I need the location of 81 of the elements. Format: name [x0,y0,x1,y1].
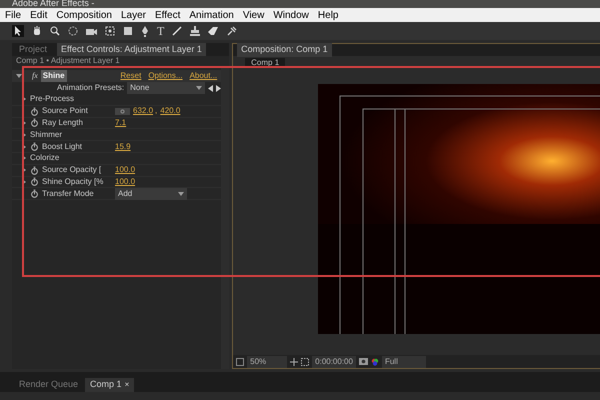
property-value[interactable]: 100.0 [115,164,136,176]
mode-dropdown[interactable]: Add [115,188,187,200]
effect-link[interactable]: Options... [148,70,183,82]
grid-icon[interactable] [290,358,298,366]
property-label: Shine Opacity [% [42,176,104,188]
menu-item[interactable]: Layer [120,8,146,22]
channels-icon[interactable] [370,358,379,366]
stopwatch-icon[interactable] [30,142,39,152]
caret-icon [196,86,202,90]
property-label: Ray Length [42,117,84,129]
property-label: Colorize [30,152,60,164]
menu-item[interactable]: Help [318,8,338,22]
effect-link[interactable]: Reset [120,70,142,82]
twirl-icon[interactable] [16,73,22,79]
menu-item[interactable]: Effect [154,8,180,22]
rectangle-icon[interactable] [123,26,133,36]
hand-icon[interactable] [32,26,42,36]
camera-icon[interactable] [86,26,97,36]
scrollbar[interactable] [221,66,230,369]
twirl-icon[interactable] [21,167,27,174]
menu-item[interactable]: View [242,8,264,22]
timecode-field[interactable]: 0:00:00:00 [312,356,356,368]
resolution-dropdown[interactable]: Full [382,356,426,368]
effect-name: Shine [40,70,67,82]
menu-item[interactable]: Composition [56,8,112,22]
twirl-icon[interactable] [21,144,27,150]
crosshair-button[interactable] [115,108,130,115]
type-tool[interactable]: T [157,25,164,37]
panel-tab[interactable]: Effect Controls: Adjustment Layer 1 [57,42,206,56]
mask-icon[interactable] [301,358,310,366]
property-value[interactable]: 15.9 [115,140,131,153]
effect-link[interactable]: About... [190,70,218,82]
property-value[interactable]: 632.0 [133,105,154,118]
stopwatch-icon[interactable] [30,106,39,116]
twirl-icon[interactable] [21,96,27,102]
zoom-dropdown[interactable]: 50% [247,356,288,368]
menu-item[interactable]: File [5,8,22,22]
close-icon[interactable]: × [124,379,130,391]
previous-icon[interactable] [208,84,214,92]
presets-label: Animation Presets: [57,82,124,94]
stopwatch-icon[interactable] [30,166,39,175]
breadcrumb: Comp 1 • Adjustment Layer 1 [15,56,121,66]
property-label: Pre-Process [30,93,74,106]
viewer-tab[interactable]: Comp 1 [245,58,286,66]
camera-icon[interactable] [358,358,368,365]
menu-item[interactable]: Edit [30,8,48,22]
stamp-icon[interactable] [190,26,200,36]
pan-behind-icon[interactable] [105,26,115,36]
property-label: Transfer Mode [42,188,95,200]
property-label: Source Opacity [ [42,164,102,176]
property-label: Shimmer [30,128,62,141]
stopwatch-icon[interactable] [30,118,39,128]
menu-item[interactable]: Animation [189,8,234,22]
stopwatch-icon[interactable] [30,177,39,186]
zoom-icon[interactable] [50,26,60,36]
pen-icon[interactable] [141,26,149,36]
twirl-icon[interactable] [21,155,27,162]
menu-item[interactable]: Window [273,8,309,22]
region-icon[interactable] [236,358,244,366]
property-value[interactable]: 7.1 [115,117,126,129]
pin-icon[interactable] [227,26,238,36]
separator: , [155,105,158,118]
twirl-icon[interactable] [21,132,27,138]
rotate-icon[interactable] [68,26,78,36]
property-label: Boost Light [42,140,84,153]
twirl-icon[interactable] [21,178,27,185]
pointer-icon[interactable] [12,25,24,37]
property-label: Source Point [42,105,89,118]
panel-tab[interactable]: Composition: Comp 1 [237,43,332,57]
presets-dropdown[interactable]: None [127,82,206,94]
stopwatch-icon[interactable] [30,189,39,198]
eraser-icon[interactable] [208,27,220,35]
fx-label: fx [32,70,38,82]
panel-tab[interactable]: Project [12,42,54,56]
brush-icon[interactable] [172,26,182,36]
twirl-icon[interactable] [21,120,27,126]
caret-icon [178,192,184,196]
property-value[interactable]: 100.0 [115,176,136,188]
property-value[interactable]: 420.0 [160,105,180,118]
panel-tab[interactable]: Render Queue [14,378,84,392]
panel-tab[interactable]: Comp 1 × [85,378,134,392]
